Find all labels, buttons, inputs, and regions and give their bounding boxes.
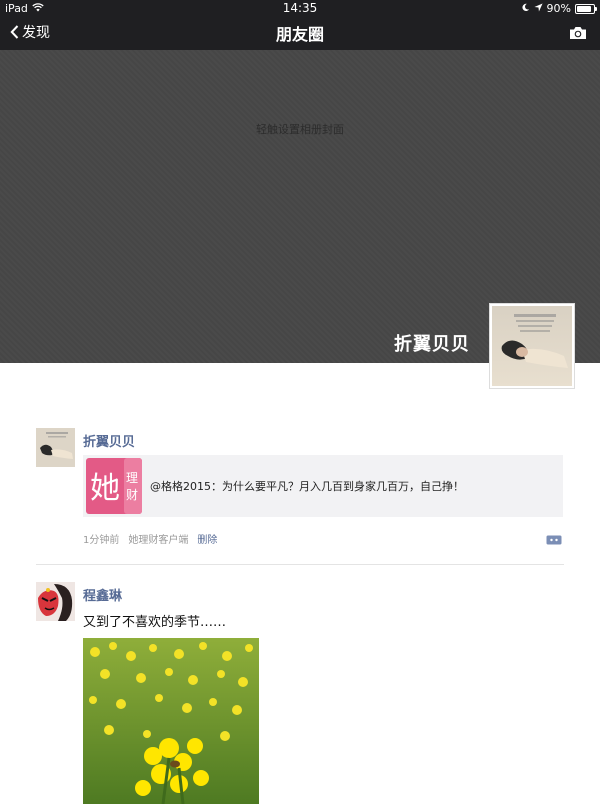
- thumb-main-text: 她: [90, 471, 120, 506]
- cover-hint: 轻触设置相册封面: [256, 123, 344, 136]
- top-bar: iPad 14:35 90% 发现 朋友圈: [0, 0, 600, 50]
- post-photo[interactable]: [83, 638, 259, 804]
- post-avatar[interactable]: [36, 582, 75, 621]
- moment-post: 折翼贝贝 她 理 财 @格格2015：为什么要平凡？月入几百到身家几百万，自己挣…: [36, 428, 564, 558]
- comment-button[interactable]: [546, 531, 562, 550]
- shared-link-card[interactable]: 她 理 财 @格格2015：为什么要平凡？月入几百到身家几百万，自己挣！: [83, 455, 563, 517]
- camera-icon: [570, 27, 586, 39]
- owner-name: 折翼贝贝: [394, 334, 470, 355]
- post-author[interactable]: 程鑫琳: [83, 585, 122, 604]
- battery-percent: 90%: [546, 2, 571, 15]
- thumb-sub-text-bottom: 财: [126, 488, 138, 502]
- shared-link-text: @格格2015：为什么要平凡？月入几百到身家几百万，自己挣！: [150, 480, 464, 493]
- shared-link-thumbnail: 她 理 财: [86, 458, 142, 514]
- moment-post: 程鑫琳 又到了不喜欢的季节……: [36, 582, 564, 804]
- camera-button[interactable]: [569, 25, 587, 44]
- post-divider: [36, 564, 564, 565]
- location-arrow-icon: [533, 2, 543, 15]
- status-time: 14:35: [282, 1, 318, 15]
- post-avatar[interactable]: [36, 428, 75, 467]
- owner-avatar[interactable]: [489, 303, 575, 389]
- owner-avatar-image: [492, 306, 572, 386]
- post-source: 她理财客户端: [128, 535, 189, 546]
- thumb-sub-text-top: 理: [126, 471, 138, 485]
- moon-icon: [521, 2, 530, 15]
- post-time: 1分钟前: [83, 535, 120, 546]
- post-avatar-image: [36, 582, 75, 621]
- post-author[interactable]: 折翼贝贝: [83, 431, 135, 450]
- post-photo-image: [83, 638, 259, 804]
- page-title: 朋友圈: [275, 25, 324, 44]
- delete-link[interactable]: 删除: [197, 531, 217, 546]
- status-bar: iPad 14:35 90%: [0, 0, 600, 16]
- comment-icon: [546, 535, 562, 545]
- post-meta: 1分钟前 她理财客户端 删除: [83, 531, 217, 546]
- post-text: 又到了不喜欢的季节……: [83, 615, 227, 630]
- battery-icon: [575, 3, 597, 14]
- post-avatar-image: [36, 428, 75, 467]
